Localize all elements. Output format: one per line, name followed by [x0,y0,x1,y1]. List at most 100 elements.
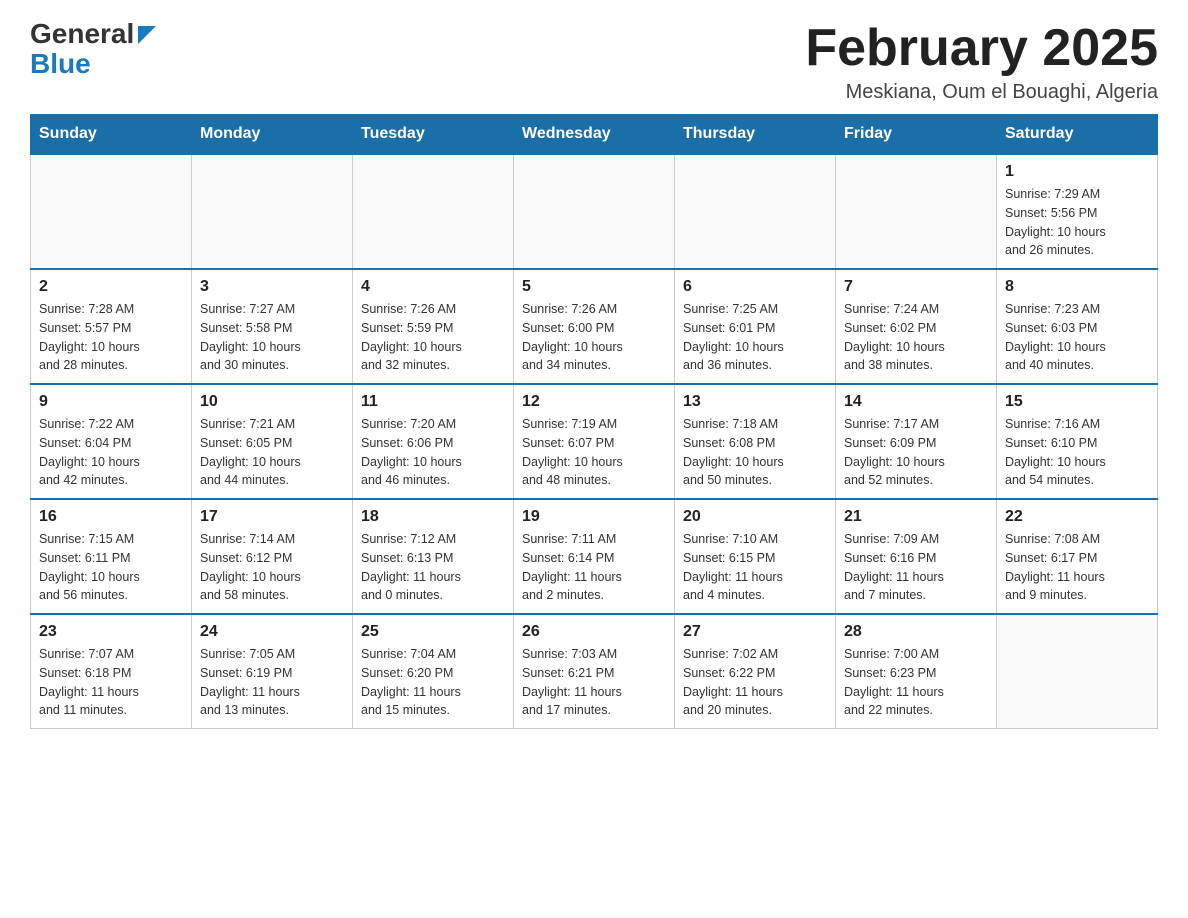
table-row [192,154,353,269]
table-row: 21 Sunrise: 7:09 AM Sunset: 6:16 PM Dayli… [836,499,997,614]
day-number: 9 [39,393,183,411]
day-info: Sunrise: 7:22 AM Sunset: 6:04 PM Dayligh… [39,415,183,490]
day-number: 6 [683,278,827,296]
day-number: 20 [683,508,827,526]
table-row: 18 Sunrise: 7:12 AM Sunset: 6:13 PM Dayli… [353,499,514,614]
day-info: Sunrise: 7:12 AM Sunset: 6:13 PM Dayligh… [361,530,505,605]
table-row: 28Sunrise: 7:00 AM Sunset: 6:23 PM Dayli… [836,614,997,729]
table-row [997,614,1158,729]
day-info: Sunrise: 7:02 AM Sunset: 6:22 PM Dayligh… [683,645,827,720]
day-info: Sunrise: 7:16 AM Sunset: 6:10 PM Dayligh… [1005,415,1149,490]
table-row: 17 Sunrise: 7:14 AM Sunset: 6:12 PM Dayli… [192,499,353,614]
month-title: February 2025 [805,20,1158,77]
day-number: 2 [39,278,183,296]
calendar-week-row: 2 Sunrise: 7:28 AM Sunset: 5:57 PM Daylig… [31,269,1158,384]
day-info: Sunrise: 7:19 AM Sunset: 6:07 PM Dayligh… [522,415,666,490]
day-info: Sunrise: 7:05 AM Sunset: 6:19 PM Dayligh… [200,645,344,720]
table-row: 8 Sunrise: 7:23 AM Sunset: 6:03 PM Daylig… [997,269,1158,384]
day-number: 25 [361,623,505,641]
col-thursday: Thursday [675,115,836,155]
title-block: February 2025 Meskiana, Oum el Bouaghi, … [805,20,1158,104]
day-number: 1 [1005,163,1149,181]
table-row: 11Sunrise: 7:20 AM Sunset: 6:06 PM Dayli… [353,384,514,499]
calendar-week-row: 1 Sunrise: 7:29 AM Sunset: 5:56 PM Daylig… [31,154,1158,269]
day-info: Sunrise: 7:03 AM Sunset: 6:21 PM Dayligh… [522,645,666,720]
day-number: 23 [39,623,183,641]
col-tuesday: Tuesday [353,115,514,155]
day-info: Sunrise: 7:21 AM Sunset: 6:05 PM Dayligh… [200,415,344,490]
logo-blue: Blue [30,48,91,79]
day-info: Sunrise: 7:00 AM Sunset: 6:23 PM Dayligh… [844,645,988,720]
day-number: 17 [200,508,344,526]
table-row: 25 Sunrise: 7:04 AM Sunset: 6:20 PM Dayli… [353,614,514,729]
day-info: Sunrise: 7:09 AM Sunset: 6:16 PM Dayligh… [844,530,988,605]
table-row: 20 Sunrise: 7:10 AM Sunset: 6:15 PM Dayli… [675,499,836,614]
day-info: Sunrise: 7:26 AM Sunset: 6:00 PM Dayligh… [522,300,666,375]
table-row: 9 Sunrise: 7:22 AM Sunset: 6:04 PM Daylig… [31,384,192,499]
day-number: 26 [522,623,666,641]
day-number: 27 [683,623,827,641]
day-info: Sunrise: 7:25 AM Sunset: 6:01 PM Dayligh… [683,300,827,375]
table-row: 24 Sunrise: 7:05 AM Sunset: 6:19 PM Dayli… [192,614,353,729]
table-row: 4 Sunrise: 7:26 AM Sunset: 5:59 PM Daylig… [353,269,514,384]
calendar-week-row: 23 Sunrise: 7:07 AM Sunset: 6:18 PM Dayli… [31,614,1158,729]
page-header: General Blue February 2025 Meskiana, Oum… [30,20,1158,104]
table-row: 13 Sunrise: 7:18 AM Sunset: 6:08 PM Dayli… [675,384,836,499]
day-info: Sunrise: 7:11 AM Sunset: 6:14 PM Dayligh… [522,530,666,605]
day-info: Sunrise: 7:17 AM Sunset: 6:09 PM Dayligh… [844,415,988,490]
day-info: Sunrise: 7:04 AM Sunset: 6:20 PM Dayligh… [361,645,505,720]
day-info: Sunrise: 7:27 AM Sunset: 5:58 PM Dayligh… [200,300,344,375]
logo-general: General [30,20,134,48]
day-number: 19 [522,508,666,526]
table-row: 10Sunrise: 7:21 AM Sunset: 6:05 PM Dayli… [192,384,353,499]
day-number: 21 [844,508,988,526]
logo: General Blue [30,20,158,80]
day-number: 3 [200,278,344,296]
day-info: Sunrise: 7:10 AM Sunset: 6:15 PM Dayligh… [683,530,827,605]
table-row: 12 Sunrise: 7:19 AM Sunset: 6:07 PM Dayli… [514,384,675,499]
calendar-week-row: 16 Sunrise: 7:15 AM Sunset: 6:11 PM Dayli… [31,499,1158,614]
table-row [31,154,192,269]
day-info: Sunrise: 7:14 AM Sunset: 6:12 PM Dayligh… [200,530,344,605]
day-info: Sunrise: 7:07 AM Sunset: 6:18 PM Dayligh… [39,645,183,720]
day-number: 11 [361,393,505,411]
col-friday: Friday [836,115,997,155]
table-row: 2 Sunrise: 7:28 AM Sunset: 5:57 PM Daylig… [31,269,192,384]
table-row: 19 Sunrise: 7:11 AM Sunset: 6:14 PM Dayli… [514,499,675,614]
col-wednesday: Wednesday [514,115,675,155]
table-row [514,154,675,269]
day-info: Sunrise: 7:24 AM Sunset: 6:02 PM Dayligh… [844,300,988,375]
table-row: 23 Sunrise: 7:07 AM Sunset: 6:18 PM Dayli… [31,614,192,729]
day-info: Sunrise: 7:26 AM Sunset: 5:59 PM Dayligh… [361,300,505,375]
col-saturday: Saturday [997,115,1158,155]
table-row: 6 Sunrise: 7:25 AM Sunset: 6:01 PM Daylig… [675,269,836,384]
table-row [675,154,836,269]
day-number: 16 [39,508,183,526]
table-row: 27 Sunrise: 7:02 AM Sunset: 6:22 PM Dayli… [675,614,836,729]
day-number: 24 [200,623,344,641]
calendar-week-row: 9 Sunrise: 7:22 AM Sunset: 6:04 PM Daylig… [31,384,1158,499]
day-number: 15 [1005,393,1149,411]
table-row: 7 Sunrise: 7:24 AM Sunset: 6:02 PM Daylig… [836,269,997,384]
day-number: 4 [361,278,505,296]
day-number: 12 [522,393,666,411]
day-info: Sunrise: 7:08 AM Sunset: 6:17 PM Dayligh… [1005,530,1149,605]
day-number: 22 [1005,508,1149,526]
day-info: Sunrise: 7:23 AM Sunset: 6:03 PM Dayligh… [1005,300,1149,375]
table-row [353,154,514,269]
col-monday: Monday [192,115,353,155]
day-info: Sunrise: 7:29 AM Sunset: 5:56 PM Dayligh… [1005,185,1149,260]
day-info: Sunrise: 7:18 AM Sunset: 6:08 PM Dayligh… [683,415,827,490]
day-info: Sunrise: 7:28 AM Sunset: 5:57 PM Dayligh… [39,300,183,375]
table-row: 1 Sunrise: 7:29 AM Sunset: 5:56 PM Daylig… [997,154,1158,269]
day-number: 14 [844,393,988,411]
table-row: 22 Sunrise: 7:08 AM Sunset: 6:17 PM Dayli… [997,499,1158,614]
day-number: 18 [361,508,505,526]
day-info: Sunrise: 7:15 AM Sunset: 6:11 PM Dayligh… [39,530,183,605]
table-row: 3 Sunrise: 7:27 AM Sunset: 5:58 PM Daylig… [192,269,353,384]
calendar-header-row: Sunday Monday Tuesday Wednesday Thursday… [31,115,1158,155]
day-number: 13 [683,393,827,411]
day-number: 7 [844,278,988,296]
location-title: Meskiana, Oum el Bouaghi, Algeria [805,81,1158,104]
day-number: 8 [1005,278,1149,296]
